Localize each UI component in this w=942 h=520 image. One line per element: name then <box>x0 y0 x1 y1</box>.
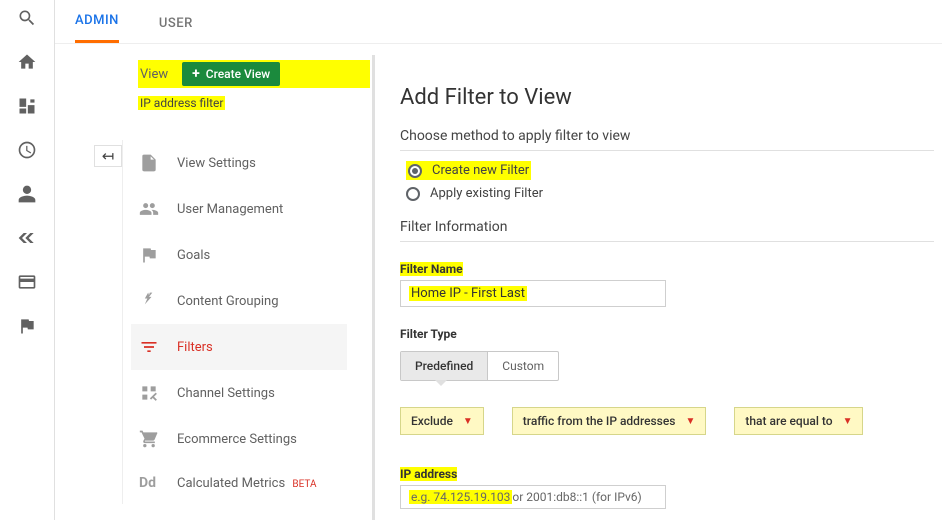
flag-icon[interactable] <box>17 316 37 336</box>
dashboard-icon[interactable] <box>17 96 37 116</box>
tab-user[interactable]: USER <box>159 4 193 43</box>
tab-admin[interactable]: ADMIN <box>75 1 119 43</box>
nav-label: Calculated Metrics BETA <box>177 476 317 491</box>
caret-down-icon: ▼ <box>463 416 473 427</box>
seg-custom[interactable]: Custom <box>487 352 558 380</box>
filter-info-heading: Filter Information <box>400 219 934 235</box>
search-icon[interactable] <box>17 8 37 28</box>
nav-label: Filters <box>177 340 213 355</box>
divider <box>400 150 934 151</box>
method-label: Choose method to apply filter to view <box>400 128 934 144</box>
caret-down-icon: ▼ <box>843 416 853 427</box>
settings-nav: View Settings User Management Goals Cont… <box>122 140 347 504</box>
nav-user-management[interactable]: User Management <box>131 186 347 232</box>
seg-predefined[interactable]: Predefined <box>401 352 487 380</box>
placeholder: or 2001:db8::1 (for IPv6) <box>512 490 641 504</box>
radio-create-new[interactable]: Create new Filter <box>406 161 934 180</box>
view-label: View <box>140 67 168 82</box>
nav-goals[interactable]: Goals <box>131 232 347 278</box>
view-header: View + Create View <box>138 60 370 88</box>
divider <box>400 241 934 242</box>
nav-label: User Management <box>177 202 283 217</box>
back-button[interactable]: ↤ <box>94 145 122 167</box>
beta-badge: BETA <box>292 479 316 490</box>
group-icon <box>139 291 159 311</box>
nav-label: Content Grouping <box>177 294 279 309</box>
clock-icon[interactable] <box>17 140 37 160</box>
main-panel: Add Filter to View Choose method to appl… <box>380 55 934 509</box>
left-panel: View + Create View IP address filter ↤ V… <box>100 60 370 110</box>
flag-icon <box>139 245 159 265</box>
nav-content-grouping[interactable]: Content Grouping <box>131 278 347 324</box>
dd-icon: Dd <box>139 475 159 491</box>
dd-exclude[interactable]: Exclude▼ <box>400 407 484 435</box>
create-view-button[interactable]: + Create View <box>182 62 280 86</box>
create-view-label: Create View <box>206 67 270 81</box>
nav-ecommerce-settings[interactable]: Ecommerce Settings <box>131 416 347 462</box>
radio-icon <box>408 164 422 178</box>
nav-calculated-metrics[interactable]: Dd Calculated Metrics BETA <box>131 462 347 504</box>
funnel-icon <box>139 337 159 357</box>
dd-traffic[interactable]: traffic from the IP addresses▼ <box>512 407 707 435</box>
home-icon[interactable] <box>17 52 37 72</box>
nav-label: Ecommerce Settings <box>177 432 297 447</box>
radio-apply-existing[interactable]: Apply existing Filter <box>406 186 934 201</box>
caret-down-icon: ▼ <box>685 416 695 427</box>
divider <box>372 55 375 520</box>
person-icon[interactable] <box>17 184 37 204</box>
ip-address-input[interactable]: e.g. 74.125.19.103 or 2001:db8::1 (for I… <box>400 485 666 509</box>
nav-channel-settings[interactable]: Channel Settings <box>131 370 347 416</box>
filter-name-input[interactable]: Home IP - First Last <box>400 280 666 307</box>
conversions-icon[interactable] <box>17 228 37 248</box>
radio-label: Create new Filter <box>432 163 529 178</box>
nav-view-settings[interactable]: View Settings <box>131 140 347 186</box>
view-subtitle: IP address filter <box>138 96 370 110</box>
cart-icon <box>139 429 159 449</box>
nav-filters[interactable]: Filters <box>131 324 347 370</box>
filter-type-label: Filter Type <box>400 327 457 341</box>
channel-icon <box>139 383 159 403</box>
radio-icon <box>406 187 420 201</box>
nav-label: Goals <box>177 248 210 263</box>
people-icon <box>139 199 159 219</box>
nav-label: Channel Settings <box>177 386 275 401</box>
page-title: Add Filter to View <box>400 85 934 110</box>
filter-name-label: Filter Name <box>400 262 463 276</box>
card-icon[interactable] <box>17 272 37 292</box>
placeholder: e.g. 74.125.19.103 <box>409 490 512 504</box>
radio-label: Apply existing Filter <box>430 186 543 201</box>
ip-address-label: IP address <box>400 467 457 481</box>
filter-type-segmented: Predefined Custom <box>400 351 559 381</box>
icon-rail <box>0 0 55 520</box>
dd-equal[interactable]: that are equal to▼ <box>734 407 863 435</box>
top-tabs: ADMIN USER <box>55 0 942 44</box>
filter-dropdowns: Exclude▼ traffic from the IP addresses▼ … <box>400 407 934 435</box>
plus-icon: + <box>192 67 200 81</box>
nav-label: View Settings <box>177 156 256 171</box>
doc-icon <box>139 153 159 173</box>
